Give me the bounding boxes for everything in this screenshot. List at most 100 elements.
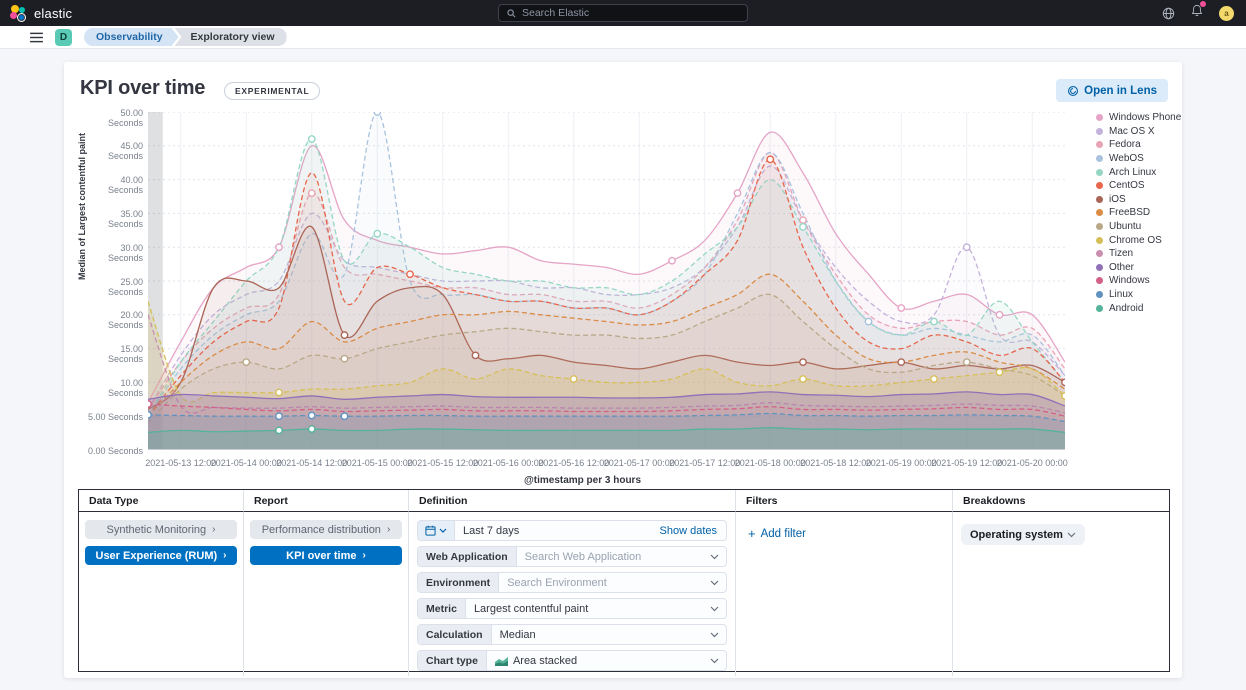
filters-column: + Add filter (736, 512, 953, 676)
field-value: Area stacked (487, 655, 710, 667)
legend-label: Fedora (1109, 139, 1141, 150)
legend-item[interactable]: Windows (1096, 274, 1181, 288)
open-in-lens-label: Open in Lens (1084, 85, 1157, 97)
legend-label: iOS (1109, 194, 1126, 205)
chart[interactable] (148, 112, 1065, 450)
data-point-marker (276, 413, 282, 419)
breadcrumb-observability[interactable]: Observability (84, 28, 179, 46)
field-value: Largest contentful paint (466, 603, 710, 615)
definition-field-calculation[interactable]: CalculationMedian (417, 624, 727, 645)
show-dates-link[interactable]: Show dates (660, 525, 726, 537)
data-point-marker (148, 401, 151, 407)
data-point-marker (148, 412, 151, 418)
data-type-column: Synthetic Monitoring› User Experience (RU… (79, 512, 244, 676)
global-search-input[interactable]: Search Elastic (498, 4, 748, 22)
legend-label: FreeBSD (1109, 207, 1150, 218)
y-axis-tick: 40.00 Seconds (83, 175, 143, 195)
series-builder-panel: Data Type Report Definition Filters Brea… (78, 489, 1170, 672)
notifications-button[interactable] (1191, 4, 1203, 22)
legend-label: Ubuntu (1109, 221, 1141, 232)
main-panel: KPI over time EXPERIMENTAL Open in Lens … (64, 62, 1182, 678)
legend-item[interactable]: Tizen (1096, 247, 1181, 261)
chevron-down-icon (439, 528, 447, 533)
definition-field-web-application[interactable]: Web ApplicationSearch Web Application (417, 546, 727, 567)
chevron-down-icon (710, 554, 719, 560)
data-type-option-user-experience-rum-[interactable]: User Experience (RUM)› (85, 546, 237, 565)
elastic-logo-text: elastic (34, 6, 72, 21)
chevron-down-icon (710, 580, 719, 586)
data-point-marker (865, 318, 871, 324)
calendar-icon (425, 525, 436, 536)
user-avatar[interactable]: a (1219, 6, 1234, 21)
legend-item[interactable]: Windows Phone (1096, 111, 1181, 125)
definition-field-chart-type[interactable]: Chart typeArea stacked (417, 650, 727, 671)
chevron-right-icon: › (362, 551, 365, 561)
x-axis-title: @timestamp per 3 hours (524, 475, 641, 486)
data-point-marker (309, 190, 315, 196)
space-avatar[interactable]: D (55, 29, 72, 46)
data-type-option-synthetic-monitoring[interactable]: Synthetic Monitoring› (85, 520, 237, 539)
breakdown-select[interactable]: Operating system (961, 524, 1085, 545)
data-point-marker (276, 389, 282, 395)
option-label: User Experience (RUM) (96, 550, 218, 562)
legend-item[interactable]: Other (1096, 261, 1181, 275)
definition-field-environment[interactable]: EnvironmentSearch Environment (417, 572, 727, 593)
legend-item[interactable]: CentOS (1096, 179, 1181, 193)
y-axis-tick: 35.00 Seconds (83, 209, 143, 229)
legend-item[interactable]: Arch Linux (1096, 165, 1181, 179)
data-point-marker (800, 376, 806, 382)
legend-item[interactable]: WebOS (1096, 152, 1181, 166)
menu-icon[interactable] (30, 32, 43, 43)
report-option-performance-distribution[interactable]: Performance distribution› (250, 520, 402, 539)
field-label: Chart type (418, 651, 487, 670)
legend-label: Windows Phone (1109, 112, 1181, 123)
legend-item[interactable]: Ubuntu (1096, 220, 1181, 234)
legend-color-dot (1096, 128, 1103, 135)
legend-label: WebOS (1109, 153, 1144, 164)
data-point-marker (407, 271, 413, 277)
legend-label: Android (1109, 303, 1143, 314)
data-point-marker (800, 359, 806, 365)
data-point-marker (309, 426, 315, 432)
open-in-lens-button[interactable]: Open in Lens (1056, 79, 1168, 102)
field-label: Metric (418, 599, 466, 618)
data-point-marker (800, 224, 806, 230)
y-axis-tick: 45.00 Seconds (83, 141, 143, 161)
chevron-down-icon (710, 632, 719, 638)
report-option-kpi-over-time[interactable]: KPI over time› (250, 546, 402, 565)
legend-item[interactable]: Mac OS X (1096, 125, 1181, 139)
legend-item[interactable]: Android (1096, 301, 1181, 315)
data-point-marker (374, 112, 380, 115)
area-chart-icon (495, 656, 508, 666)
legend-color-dot (1096, 237, 1103, 244)
legend-item[interactable]: Linux (1096, 288, 1181, 302)
date-picker-addon[interactable] (418, 521, 455, 540)
legend-color-dot (1096, 291, 1103, 298)
legend-item[interactable]: Fedora (1096, 138, 1181, 152)
area-chart-canvas[interactable] (148, 112, 1065, 450)
date-picker[interactable]: Last 7 days Show dates (417, 520, 727, 541)
field-placeholder: Search Environment (499, 577, 710, 589)
page-title: KPI over time (80, 77, 205, 100)
data-point-marker (341, 356, 347, 362)
column-header-breakdowns: Breakdowns (953, 490, 1169, 512)
search-icon (507, 9, 516, 18)
add-filter-button[interactable]: + Add filter (736, 520, 952, 547)
data-point-marker (472, 352, 478, 358)
deployments-icon[interactable] (1162, 7, 1175, 20)
chevron-right-icon: › (387, 525, 390, 535)
legend-color-dot (1096, 182, 1103, 189)
legend-item[interactable]: iOS (1096, 193, 1181, 207)
data-point-marker (1062, 379, 1065, 385)
data-point-marker (374, 230, 380, 236)
legend-label: Windows (1109, 275, 1150, 286)
data-point-marker (341, 332, 347, 338)
elastic-logo[interactable]: elastic (0, 5, 72, 22)
legend-color-dot (1096, 250, 1103, 257)
y-axis-tick: 20.00 Seconds (83, 310, 143, 330)
y-axis-tick: 10.00 Seconds (83, 378, 143, 398)
data-point-marker (309, 412, 315, 418)
definition-field-metric[interactable]: MetricLargest contentful paint (417, 598, 727, 619)
legend-item[interactable]: Chrome OS (1096, 233, 1181, 247)
legend-item[interactable]: FreeBSD (1096, 206, 1181, 220)
